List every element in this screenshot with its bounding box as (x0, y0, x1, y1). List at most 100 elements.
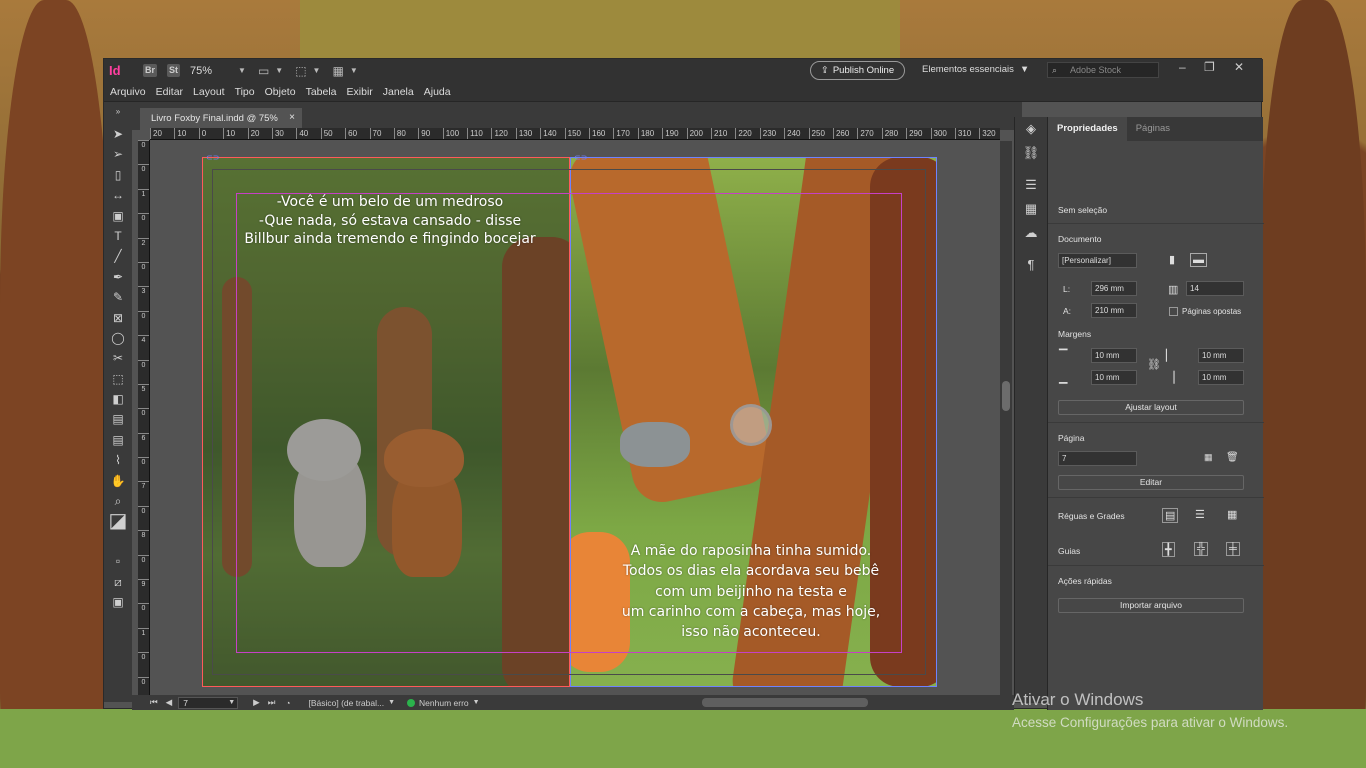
screen-mode-icon[interactable]: ▭ (258, 64, 269, 78)
next-page-icon[interactable]: ▶ (253, 697, 260, 708)
publish-online-button[interactable]: ⇪ Publish Online (810, 61, 905, 80)
layers-icon[interactable]: ◈ (1015, 117, 1047, 141)
content-collector-icon[interactable]: ▣ (104, 206, 132, 226)
screen-mode-tool-icon[interactable]: ▣ (104, 592, 132, 612)
edit-page-button[interactable]: Editar (1058, 475, 1244, 490)
pages-count-field[interactable]: 14 (1186, 281, 1244, 296)
preflight-errors[interactable]: Nenhum erro (419, 698, 469, 708)
note-tool-icon[interactable]: ▤ (104, 430, 132, 450)
paragraph-styles-icon[interactable]: ¶ (1015, 253, 1047, 277)
margin-top-field[interactable]: 10 mm (1091, 348, 1137, 363)
page-tool-icon[interactable]: ▯ (104, 165, 132, 185)
swatches-icon[interactable]: ▦ (1015, 197, 1047, 221)
menu-ajuda[interactable]: Ajuda (424, 86, 451, 98)
bridge-button[interactable]: Br (143, 64, 158, 77)
import-file-button[interactable]: Importar arquivo (1058, 598, 1244, 613)
zoom-tool-icon[interactable]: ⌕ (104, 491, 132, 511)
chevron-down-icon[interactable]: ▼ (275, 66, 283, 75)
direct-selection-tool-icon[interactable]: ➢ (104, 144, 132, 164)
hand-tool-icon[interactable]: ✋ (104, 471, 132, 491)
horizontal-scrollbar-thumb[interactable] (702, 698, 868, 707)
smart-guides-icon[interactable]: ╪ (1226, 542, 1240, 556)
free-transform-tool-icon[interactable]: ⬚ (104, 369, 132, 389)
gradient-swatch-tool-icon[interactable]: ◧ (104, 389, 132, 409)
menu-tabela[interactable]: Tabela (306, 86, 337, 98)
document-tab[interactable]: Livro Foxby Final.indd @ 75% × (140, 108, 302, 130)
pen-tool-icon[interactable]: ✒ (104, 267, 132, 287)
eyedropper-tool-icon[interactable]: ⌇ (104, 450, 132, 470)
horizontal-ruler[interactable]: 20 10 0 10 20 30 40 50 60 70 80 90 100 110 120 130 140 15… (150, 128, 1000, 140)
chevron-down-icon[interactable]: ▼ (473, 699, 480, 706)
zoom-chevron-icon[interactable]: ▼ (238, 66, 246, 75)
vertical-scrollbar[interactable] (1000, 141, 1012, 695)
stroke-icon[interactable]: ☰ (1015, 173, 1047, 197)
chevron-down-icon[interactable]: ▼ (350, 66, 358, 75)
first-page-icon[interactable]: ⏮ (150, 697, 158, 708)
menu-layout[interactable]: Layout (193, 86, 225, 98)
chevron-down-icon[interactable]: ▼ (313, 66, 321, 75)
height-field[interactable]: 210 mm (1091, 303, 1137, 318)
type-tool-icon[interactable]: T (104, 226, 132, 246)
menu-janela[interactable]: Janela (383, 86, 414, 98)
tab-paginas[interactable]: Páginas (1127, 117, 1179, 141)
tab-propriedades[interactable]: Propriedades (1048, 117, 1127, 141)
minimize-button[interactable]: – (1179, 60, 1186, 74)
fill-stroke-swatch-icon[interactable]: ◪ (104, 511, 132, 551)
preset-select[interactable]: [Personalizar] (1058, 253, 1137, 268)
document-canvas[interactable]: ⊂⊃ ⊂⊃ -Você é um belo de um medroso -Que… (150, 141, 1000, 695)
links-icon[interactable]: ⛓ (1015, 141, 1047, 165)
page-select[interactable]: 7 (1058, 451, 1137, 466)
style-dropdown[interactable]: [Básico] (de trabal... (308, 698, 384, 708)
chevron-down-icon[interactable]: ▼ (388, 699, 395, 706)
margin-right-field[interactable]: 10 mm (1198, 370, 1244, 385)
link-margins-icon[interactable]: ⛓ (1147, 358, 1161, 371)
left-story-text[interactable]: -Você é um belo de um medroso -Que nada,… (230, 193, 550, 249)
page-dropdown-icon[interactable]: ▼ (228, 699, 235, 706)
apply-none-icon[interactable]: ⧄ (104, 572, 132, 592)
rulers-icon[interactable]: ▤ (1162, 508, 1179, 523)
zoom-level[interactable]: 75% (190, 65, 232, 77)
width-field[interactable]: 296 mm (1091, 281, 1137, 296)
workspace-switcher[interactable]: Elementos essenciais ▼ (922, 64, 1029, 75)
ellipse-tool-icon[interactable]: ◯ (104, 328, 132, 348)
pencil-tool-icon[interactable]: ✎ (104, 287, 132, 307)
page-link-icon[interactable]: ⊂⊃ (206, 153, 219, 162)
menu-objeto[interactable]: Objeto (265, 86, 296, 98)
formatting-container-icon[interactable]: ▫ (104, 551, 132, 571)
stock-search-input[interactable]: ⌕ Adobe Stock (1047, 62, 1159, 78)
lock-guides-icon[interactable]: ╬ (1194, 542, 1208, 556)
open-page-icon[interactable]: ◔ (285, 698, 290, 708)
margin-left-field[interactable]: 10 mm (1198, 348, 1244, 363)
new-page-icon[interactable]: ▦ (1204, 452, 1213, 463)
selection-tool-icon[interactable]: ➤ (104, 124, 132, 144)
portrait-icon[interactable]: ▮ (1169, 253, 1175, 266)
gradient-feather-tool-icon[interactable]: ▤ (104, 409, 132, 429)
restore-button[interactable]: ❐ (1204, 60, 1215, 74)
arrange-documents-icon[interactable]: ▦ (332, 64, 343, 78)
menu-arquivo[interactable]: Arquivo (110, 86, 146, 98)
last-page-icon[interactable]: ⏭ (268, 697, 276, 708)
close-button[interactable]: ✕ (1234, 60, 1244, 74)
rectangle-frame-tool-icon[interactable]: ⊠ (104, 308, 132, 328)
stock-button[interactable]: St (167, 64, 181, 77)
gap-tool-icon[interactable]: ↔ (104, 185, 132, 205)
show-guides-icon[interactable]: ╋ (1162, 542, 1175, 557)
document-grid-icon[interactable]: ▦ (1227, 508, 1237, 521)
scrollbar-thumb[interactable] (1002, 381, 1010, 411)
right-story-text[interactable]: A mãe do raposinha tinha sumido. Todos o… (596, 541, 906, 642)
menu-exibir[interactable]: Exibir (347, 86, 373, 98)
close-tab-icon[interactable]: × (289, 112, 295, 123)
page-link-icon[interactable]: ⊂⊃ (574, 153, 587, 162)
delete-page-icon[interactable]: 🗑 (1226, 452, 1239, 463)
menu-editar[interactable]: Editar (156, 86, 183, 98)
baseline-grid-icon[interactable]: ☰ (1195, 508, 1205, 521)
vertical-ruler[interactable]: 00102030405060708090100110 (138, 140, 150, 695)
landscape-icon[interactable]: ▬ (1190, 253, 1207, 267)
facing-pages-checkbox[interactable] (1169, 307, 1178, 316)
cc-libraries-icon[interactable]: ☁ (1015, 221, 1047, 245)
margin-bottom-field[interactable]: 10 mm (1091, 370, 1137, 385)
line-tool-icon[interactable]: ╱ (104, 246, 132, 266)
scissors-tool-icon[interactable]: ✂ (104, 348, 132, 368)
menu-tipo[interactable]: Tipo (235, 86, 255, 98)
adjust-layout-button[interactable]: Ajustar layout (1058, 400, 1244, 415)
